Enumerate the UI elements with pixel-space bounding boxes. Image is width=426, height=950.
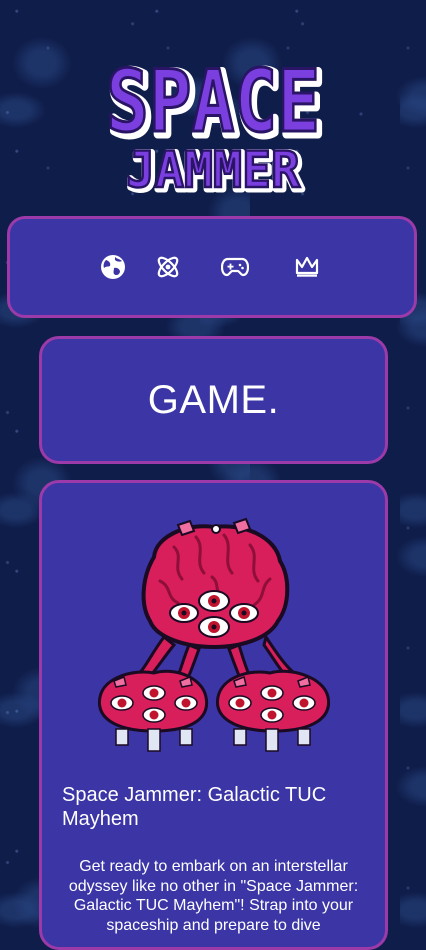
main-nav — [7, 216, 417, 318]
crown-icon — [295, 256, 319, 277]
brain-monster-image — [97, 517, 331, 752]
atom-icon — [157, 256, 179, 278]
nav-science-button[interactable] — [153, 252, 183, 282]
svg-text:JAMMER: JAMMER — [126, 141, 301, 198]
game-title: Space Jammer: Galactic TUC Mayhem — [62, 784, 327, 830]
section-title-card: GAME. — [39, 336, 388, 464]
space-jammer-logo: SPACE SPACE JAMMER JAMMER — [105, 51, 328, 199]
gamepad-icon — [221, 257, 249, 277]
globe-icon — [101, 255, 125, 279]
nav-home-button[interactable] — [98, 252, 128, 282]
nav-game-button[interactable] — [220, 252, 250, 282]
page-title: GAME. — [147, 377, 280, 422]
svg-text:SPACE: SPACE — [106, 52, 320, 152]
game-description: Get ready to embark on an interstellar o… — [68, 858, 359, 934]
game-card: Space Jammer: Galactic TUC Mayhem Get re… — [39, 480, 388, 950]
nav-leaderboard-button[interactable] — [292, 252, 322, 282]
